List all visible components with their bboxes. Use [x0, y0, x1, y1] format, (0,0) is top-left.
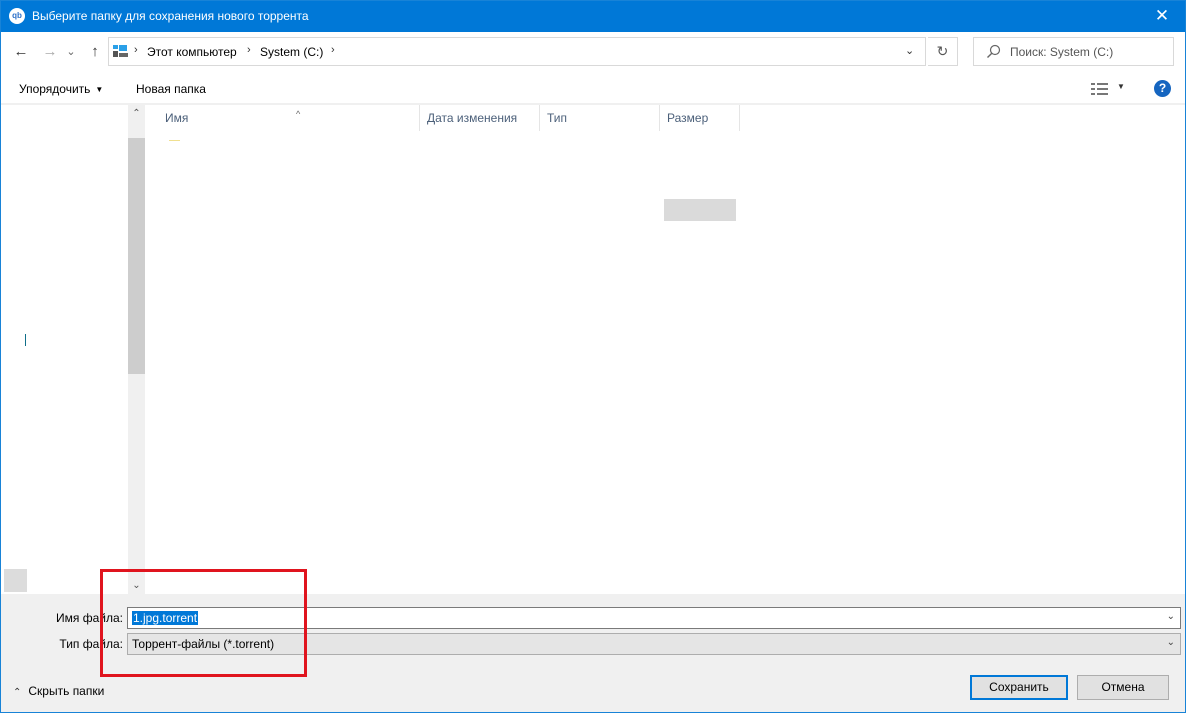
navigation-pane[interactable] — [1, 105, 128, 594]
scroll-up-button[interactable]: ⌃ — [128, 105, 145, 122]
qbittorrent-icon: qb — [9, 8, 25, 24]
tooltip-placeholder — [664, 199, 736, 221]
close-button[interactable]: ✕ — [1139, 1, 1185, 32]
organize-label: Упорядочить — [19, 82, 91, 96]
save-dialog-window: qb Выберите папку для сохранения нового … — [0, 0, 1186, 713]
change-view-button[interactable]: ▼ — [1091, 81, 1131, 97]
filetype-select[interactable]: Торрент-файлы (*.torrent) ⌄ — [127, 633, 1181, 655]
window-title: Выберите папку для сохранения нового тор… — [32, 9, 309, 23]
new-folder-button[interactable]: Новая папка — [136, 82, 206, 96]
title-bar: qb Выберите папку для сохранения нового … — [1, 1, 1185, 32]
search-icon — [987, 44, 1001, 58]
command-toolbar: Упорядочить ▼ Новая папка ▼ ? — [1, 72, 1185, 104]
filetype-dropdown-icon[interactable]: ⌄ — [1167, 637, 1175, 648]
crumb-this-pc[interactable]: Этот компьютер — [147, 45, 237, 59]
filetype-value: Торрент-файлы (*.torrent) — [132, 637, 275, 651]
chevron-up-icon: ⌃ — [13, 687, 22, 698]
filename-label: Имя файла: — [56, 611, 123, 625]
crumb-separator[interactable]: › — [331, 44, 335, 56]
folder-row-fragment — [169, 140, 180, 141]
crumb-separator: › — [134, 44, 138, 56]
tree-item-marker — [25, 334, 26, 346]
column-header-name[interactable]: Имя ^ — [158, 105, 420, 131]
view-dropdown-icon: ▼ — [1117, 82, 1125, 91]
address-bar[interactable]: › Этот компьютер › System (C:) › ⌄ — [108, 37, 926, 66]
recent-locations-dropdown[interactable]: ⌄ — [65, 42, 77, 62]
tree-item-selected[interactable] — [4, 569, 27, 592]
help-button[interactable]: ? — [1154, 80, 1171, 97]
crumb-system-c[interactable]: System (C:) — [260, 45, 323, 59]
details-view-icon — [1091, 83, 1108, 95]
file-list-view[interactable]: Имя ^ Дата изменения Тип Размер — [145, 105, 1185, 594]
search-box[interactable] — [973, 37, 1174, 66]
organize-menu[interactable]: Упорядочить ▼ — [19, 82, 103, 96]
organize-dropdown-icon: ▼ — [95, 85, 104, 94]
back-button[interactable]: ← — [12, 42, 30, 62]
column-name-label: Имя — [165, 111, 189, 125]
address-dropdown[interactable]: ⌄ — [905, 44, 914, 57]
hide-folders-label: Скрыть папки — [28, 684, 105, 698]
filename-combobox[interactable]: 1.jpg.torrent ⌄ — [127, 607, 1181, 629]
scrollbar-thumb[interactable] — [128, 138, 145, 374]
crumb-separator[interactable]: › — [247, 44, 251, 56]
scroll-down-button[interactable]: ⌄ — [128, 577, 145, 594]
address-row: ← → ⌄ ↑ › Этот компьютер › System (C:) ›… — [1, 32, 1185, 72]
column-header-size[interactable]: Размер — [660, 105, 740, 131]
forward-button[interactable]: → — [41, 42, 59, 62]
cancel-button[interactable]: Отмена — [1077, 675, 1169, 700]
refresh-button[interactable]: ↻ — [928, 37, 958, 66]
filename-dropdown-icon[interactable]: ⌄ — [1167, 611, 1175, 622]
computer-icon — [113, 45, 128, 57]
column-header-date-modified[interactable]: Дата изменения — [420, 105, 540, 131]
save-form-area: Имя файла: 1.jpg.torrent ⌄ Тип файла: То… — [1, 594, 1185, 712]
filetype-label: Тип файла: — [59, 637, 123, 651]
search-input[interactable] — [1010, 45, 1170, 59]
save-button[interactable]: Сохранить — [970, 675, 1068, 700]
up-button[interactable]: ↑ — [86, 42, 104, 62]
sort-ascending-icon: ^ — [296, 109, 301, 119]
filename-input[interactable]: 1.jpg.torrent — [132, 611, 199, 625]
hide-folders-toggle[interactable]: ⌃ Скрыть папки — [13, 684, 104, 698]
navigation-pane-scrollbar[interactable]: ⌃ ⌄ — [128, 105, 145, 594]
column-header-type[interactable]: Тип — [540, 105, 660, 131]
